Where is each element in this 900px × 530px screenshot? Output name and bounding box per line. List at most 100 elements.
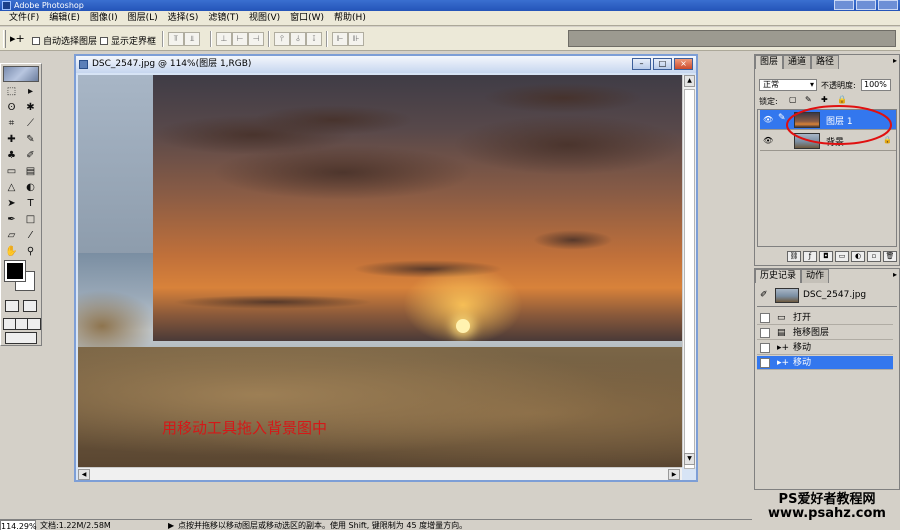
- document-maximize-button[interactable]: □: [653, 58, 672, 70]
- auto-select-checkbox[interactable]: [32, 36, 40, 45]
- slice-tool-icon[interactable]: ⟋: [22, 116, 39, 131]
- history-brush-source[interactable]: [760, 313, 770, 323]
- show-bounds-option[interactable]: 显示定界框: [100, 34, 156, 47]
- panel-menu-arrow-icon[interactable]: ▸: [893, 270, 897, 279]
- zoom-level-field[interactable]: 114.29%: [0, 520, 37, 530]
- dodge-tool-icon[interactable]: ◐: [22, 180, 39, 195]
- gradient-tool-icon[interactable]: ▤: [22, 164, 39, 179]
- layer-mask-icon[interactable]: ◘: [819, 251, 833, 262]
- align-vcenter-icon[interactable]: ⫫: [184, 32, 200, 46]
- link-layers-icon[interactable]: ⛓: [787, 251, 801, 262]
- move-tool-preset-icon[interactable]: ▸+: [10, 32, 25, 45]
- history-brush-source[interactable]: [760, 328, 770, 338]
- blur-tool-icon[interactable]: △: [3, 180, 20, 195]
- standard-mode-icon[interactable]: [5, 300, 19, 312]
- zoom-tool-icon[interactable]: ⚲: [22, 244, 39, 259]
- hand-tool-icon[interactable]: ✋: [3, 244, 20, 259]
- distribute-vcenter-icon[interactable]: ⫰: [290, 32, 306, 46]
- menu-edit[interactable]: 编辑(E): [44, 11, 85, 26]
- crop-tool-icon[interactable]: ⌗: [3, 116, 20, 131]
- align-hcenter-icon[interactable]: ⊣: [248, 32, 264, 46]
- eye-icon[interactable]: 👁: [763, 136, 773, 145]
- minimize-button[interactable]: [834, 0, 854, 10]
- maximize-button[interactable]: [856, 0, 876, 10]
- image-canvas[interactable]: 用移动工具拖入背景图中: [78, 75, 682, 467]
- distribute-bottom-icon[interactable]: ⫱: [306, 32, 322, 46]
- history-snapshot-row[interactable]: ✐ DSC_2547.jpg: [757, 285, 897, 307]
- menu-window[interactable]: 窗口(W): [285, 11, 329, 26]
- history-item-move-current[interactable]: ▸+ 移动: [757, 356, 893, 370]
- options-grip[interactable]: [3, 30, 6, 48]
- history-brush-tool-icon[interactable]: ✐: [22, 148, 39, 163]
- document-minimize-button[interactable]: –: [632, 58, 651, 70]
- scroll-right-arrow-icon[interactable]: ▶: [668, 469, 680, 480]
- trash-icon[interactable]: 🗑: [883, 251, 897, 262]
- horizontal-scrollbar[interactable]: ◀ ▶: [78, 467, 682, 480]
- history-brush-source[interactable]: [760, 343, 770, 353]
- shape-tool-icon[interactable]: □: [22, 212, 39, 227]
- align-bottom-icon[interactable]: ⊥: [216, 32, 232, 46]
- blend-mode-select[interactable]: 正常 ▾: [759, 79, 817, 91]
- menu-file[interactable]: 文件(F): [4, 11, 44, 26]
- distribute-top-icon[interactable]: ⫯: [274, 32, 290, 46]
- status-arrow-icon[interactable]: ▶: [168, 520, 174, 530]
- panel-menu-arrow-icon[interactable]: ▸: [893, 56, 897, 65]
- tab-actions[interactable]: 动作: [801, 269, 830, 283]
- history-item-move[interactable]: ▸+ 移动: [757, 341, 893, 355]
- document-titlebar[interactable]: DSC_2547.jpg @ 114%(图层 1,RGB) – □ ×: [76, 56, 696, 73]
- screen-mode-full-icon[interactable]: [27, 318, 41, 330]
- close-button[interactable]: [878, 0, 898, 10]
- align-left-icon[interactable]: ⊢: [232, 32, 248, 46]
- distribute-left-icon[interactable]: ⊩: [332, 32, 348, 46]
- scroll-down-arrow-icon[interactable]: ▼: [684, 453, 695, 465]
- tab-layers[interactable]: 图层: [755, 55, 784, 69]
- clone-stamp-tool-icon[interactable]: ♣: [3, 148, 20, 163]
- path-select-tool-icon[interactable]: ➤: [3, 196, 20, 211]
- menu-filter[interactable]: 滤镜(T): [203, 11, 244, 26]
- vertical-scrollbar[interactable]: ▲ ▼: [682, 75, 696, 469]
- pen-tool-icon[interactable]: ✒: [3, 212, 20, 227]
- snapshot-brush-icon[interactable]: ✐: [760, 290, 768, 300]
- menu-help[interactable]: 帮助(H): [329, 11, 371, 26]
- eye-icon[interactable]: 👁: [763, 115, 773, 124]
- tab-paths[interactable]: 路径: [811, 55, 840, 69]
- healing-brush-tool-icon[interactable]: ✚: [3, 132, 20, 147]
- quick-mask-mode-icon[interactable]: [23, 300, 37, 312]
- menu-layer[interactable]: 图层(L): [123, 11, 163, 26]
- tab-history[interactable]: 历史记录: [755, 269, 802, 283]
- palette-well[interactable]: [568, 30, 896, 47]
- opacity-field[interactable]: 100%: [861, 79, 891, 91]
- layer-1-sunset-image[interactable]: [153, 75, 682, 341]
- new-layer-icon[interactable]: ▫: [867, 251, 881, 262]
- distribute-right-icon[interactable]: ⊪: [348, 32, 364, 46]
- scroll-left-arrow-icon[interactable]: ◀: [78, 469, 90, 480]
- toolbox-logo[interactable]: [3, 66, 39, 82]
- menu-view[interactable]: 视图(V): [244, 11, 285, 26]
- auto-select-option[interactable]: 自动选择图层: [32, 34, 97, 47]
- adjustment-layer-icon[interactable]: ◐: [851, 251, 865, 262]
- document-close-button[interactable]: ×: [674, 58, 693, 70]
- show-bounds-checkbox[interactable]: [100, 36, 108, 45]
- eyedropper-tool-icon[interactable]: ⁄: [22, 228, 39, 243]
- align-top-icon[interactable]: ⫪: [168, 32, 184, 46]
- layer-style-icon[interactable]: ƒ: [803, 251, 817, 262]
- eraser-tool-icon[interactable]: ▭: [3, 164, 20, 179]
- vertical-scroll-thumb[interactable]: [684, 89, 695, 469]
- type-tool-icon[interactable]: T: [22, 196, 39, 211]
- menu-image[interactable]: 图像(I): [85, 11, 123, 26]
- brush-tool-icon[interactable]: ✎: [22, 132, 39, 147]
- foreground-color-swatch[interactable]: [4, 260, 26, 282]
- lasso-tool-icon[interactable]: ʘ: [3, 100, 20, 115]
- history-brush-source[interactable]: [760, 358, 770, 368]
- new-set-icon[interactable]: ▭: [835, 251, 849, 262]
- magic-wand-tool-icon[interactable]: ✱: [22, 100, 39, 115]
- document-size-info[interactable]: 文档:1.22M/2.58M: [40, 520, 111, 530]
- menu-select[interactable]: 选择(S): [163, 11, 204, 26]
- move-tool-icon[interactable]: ▸: [22, 84, 39, 99]
- history-item-open[interactable]: ▭ 打开: [757, 311, 893, 325]
- history-item-drag-layer[interactable]: ▤ 拖移图层: [757, 326, 893, 340]
- jump-to-imageready-icon[interactable]: [5, 332, 37, 344]
- tab-channels[interactable]: 通道: [783, 55, 812, 69]
- marquee-tool-icon[interactable]: ⬚: [3, 84, 20, 99]
- notes-tool-icon[interactable]: ▱: [3, 228, 20, 243]
